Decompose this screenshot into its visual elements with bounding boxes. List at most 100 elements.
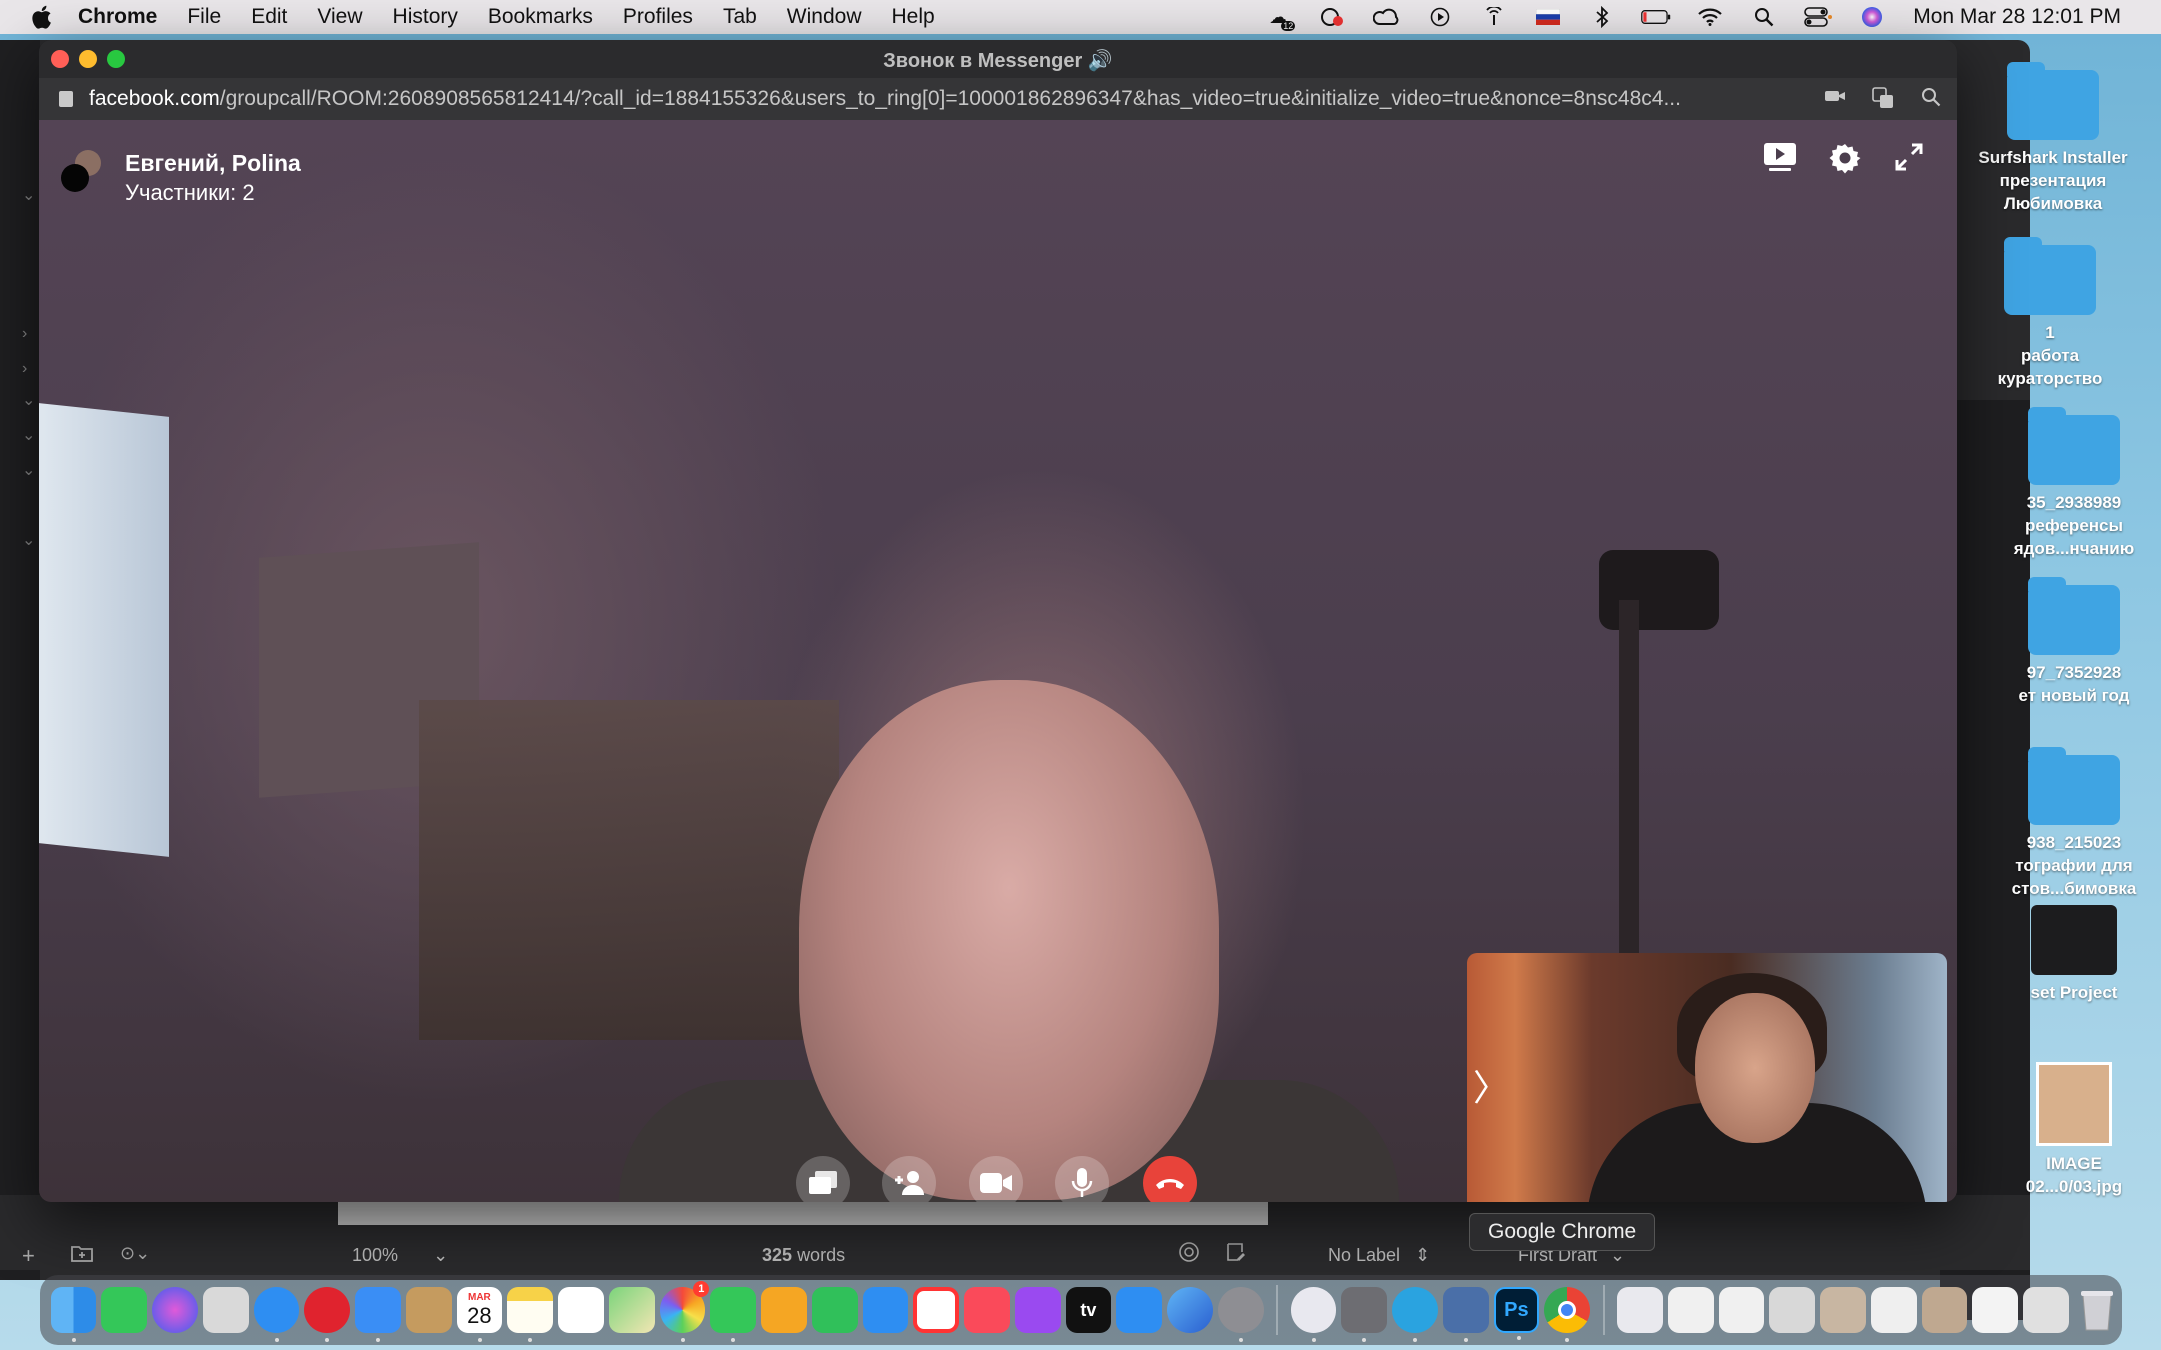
menu-profiles[interactable]: Profiles (623, 5, 693, 29)
app-store-icon[interactable] (1116, 1287, 1163, 1333)
minimized-window-icon[interactable] (1718, 1287, 1765, 1333)
menu-window[interactable]: Window (787, 5, 862, 29)
bluetooth-icon[interactable] (1587, 5, 1617, 29)
share-screen-button[interactable] (796, 1156, 850, 1202)
trash-icon[interactable] (2074, 1287, 2120, 1333)
mail-icon[interactable] (355, 1287, 401, 1342)
menu-bookmarks[interactable]: Bookmarks (488, 5, 593, 29)
menu-tab[interactable]: Tab (723, 5, 757, 29)
airplay-icon[interactable] (1479, 5, 1509, 29)
minimized-window-icon[interactable] (1870, 1287, 1917, 1333)
camera-in-use-icon[interactable] (1823, 87, 1847, 111)
desktop-item[interactable]: 35_2938989 референсы ядов...нчанию (1999, 407, 2149, 560)
chevron-right-icon[interactable]: › (22, 325, 36, 342)
play-icon[interactable] (1425, 5, 1455, 29)
chevron-down-icon[interactable]: ⌄ (22, 390, 36, 409)
fullscreen-expand-icon[interactable] (1894, 142, 1934, 182)
menu-view[interactable]: View (317, 5, 362, 29)
minimized-window-icon[interactable] (1972, 1287, 2019, 1333)
chrome-icon[interactable] (1544, 1287, 1591, 1342)
new-folder-icon[interactable] (70, 1243, 94, 1269)
microphone-button[interactable] (1055, 1156, 1109, 1202)
url-text[interactable]: facebook.com/groupcall/ROOM:260890856581… (89, 87, 1809, 111)
watch-together-icon[interactable] (1763, 142, 1803, 182)
minimized-window-icon[interactable] (1769, 1287, 1816, 1333)
apple-icon[interactable] (30, 4, 52, 30)
launchpad-icon[interactable] (202, 1287, 249, 1333)
desktop-item[interactable]: IMAGE 02...0/03.jpg (1999, 1062, 2149, 1198)
music-icon[interactable] (964, 1287, 1010, 1333)
safari-icon[interactable] (253, 1287, 300, 1342)
chevron-down-icon[interactable]: ⌄ (22, 425, 36, 444)
address-bar[interactable]: facebook.com/groupcall/ROOM:260890856581… (39, 78, 1957, 120)
messages-icon[interactable] (710, 1287, 756, 1342)
russian-flag-icon[interactable] (1533, 5, 1563, 29)
chevron-down-icon[interactable]: ⌄ (22, 530, 36, 549)
news-icon[interactable] (913, 1287, 960, 1333)
target-icon[interactable] (1178, 1241, 1200, 1269)
preview-icon[interactable] (1341, 1287, 1388, 1342)
control-center-icon[interactable] (1803, 5, 1833, 29)
minimized-window-icon[interactable] (1667, 1287, 1714, 1333)
antivirus-icon[interactable] (1317, 5, 1347, 29)
menu-edit[interactable]: Edit (251, 5, 287, 29)
menu-history[interactable]: History (393, 5, 458, 29)
minimized-window-icon[interactable] (1820, 1287, 1866, 1333)
calendar-icon[interactable]: MAR 28 (456, 1287, 503, 1342)
keynote-icon[interactable] (862, 1287, 909, 1333)
cloud-icon[interactable]: ☁ 12 (1263, 5, 1296, 31)
menu-file[interactable]: File (187, 5, 221, 29)
chevron-down-icon[interactable]: ⌄ (22, 460, 36, 479)
menu-app-name[interactable]: Chrome (78, 5, 157, 29)
swish-app-icon[interactable] (1167, 1287, 1213, 1333)
desktop-item[interactable]: set Project (1999, 905, 2149, 1004)
finder-icon[interactable] (50, 1287, 97, 1342)
scrivener-icon[interactable] (1290, 1287, 1337, 1342)
apple-tv-icon[interactable]: tv (1065, 1287, 1112, 1333)
menu-clock[interactable]: Mon Mar 28 12:01 PM (1913, 5, 2121, 29)
podcasts-icon[interactable] (1014, 1287, 1061, 1333)
camera-button[interactable] (969, 1156, 1023, 1202)
numbers-icon[interactable] (811, 1287, 858, 1333)
minimized-window-icon[interactable] (2023, 1287, 2069, 1333)
facetime-icon[interactable] (101, 1287, 147, 1333)
notes-icon[interactable] (507, 1287, 553, 1342)
battery-icon[interactable] (1641, 5, 1671, 29)
spotlight-icon[interactable] (1749, 5, 1779, 29)
menu-help[interactable]: Help (892, 5, 935, 29)
reminders-icon[interactable] (558, 1287, 604, 1333)
desktop-item[interactable]: Surfshark Installer презентация Любимовк… (1978, 62, 2128, 215)
more-options-icon[interactable]: ⊙⌄ (120, 1243, 150, 1264)
add-person-button[interactable] (882, 1156, 936, 1202)
settings-gear-icon[interactable] (1829, 142, 1869, 182)
contacts-icon[interactable] (405, 1287, 452, 1333)
end-call-button[interactable] (1143, 1156, 1197, 1202)
desktop-item[interactable]: 97_7352928 ет новый год (1999, 577, 2149, 707)
minimized-window-icon[interactable] (1921, 1287, 1968, 1333)
chevron-down-icon[interactable]: ⌄ (22, 185, 36, 204)
photoshop-icon[interactable]: Ps (1493, 1287, 1540, 1340)
translate-icon[interactable] (1871, 87, 1895, 111)
wifi-icon[interactable] (1695, 5, 1725, 29)
collapse-preview-chevron-icon[interactable]: 〉 (1473, 1063, 1509, 1113)
photos-icon[interactable]: 1 (659, 1281, 710, 1342)
chevron-right-icon[interactable]: › (22, 360, 36, 377)
maps-icon[interactable] (608, 1287, 655, 1333)
zoom-magnifier-icon[interactable] (1919, 87, 1943, 111)
downloads-folder-icon[interactable] (1617, 1287, 1663, 1333)
lock-icon[interactable] (59, 91, 73, 107)
add-icon[interactable]: + (22, 1243, 35, 1269)
pages-icon[interactable] (761, 1287, 807, 1333)
zoom-select[interactable]: 100% ⌄ (352, 1245, 448, 1266)
label-select[interactable]: No Label ⇕ (1328, 1245, 1430, 1266)
image-viewer-icon[interactable] (1442, 1287, 1489, 1342)
system-preferences-icon[interactable] (1217, 1287, 1264, 1342)
creative-cloud-icon[interactable] (1371, 5, 1401, 29)
opera-icon[interactable] (304, 1287, 350, 1342)
telegram-icon[interactable] (1392, 1287, 1438, 1342)
desktop-item[interactable]: 1 работа кураторство (1975, 237, 2125, 390)
siri-icon[interactable] (152, 1287, 198, 1333)
siri-icon[interactable] (1857, 5, 1887, 29)
notes-icon[interactable] (1225, 1241, 1247, 1269)
desktop-item[interactable]: 938_215023 тографии для стов...бимовка (1999, 747, 2149, 900)
